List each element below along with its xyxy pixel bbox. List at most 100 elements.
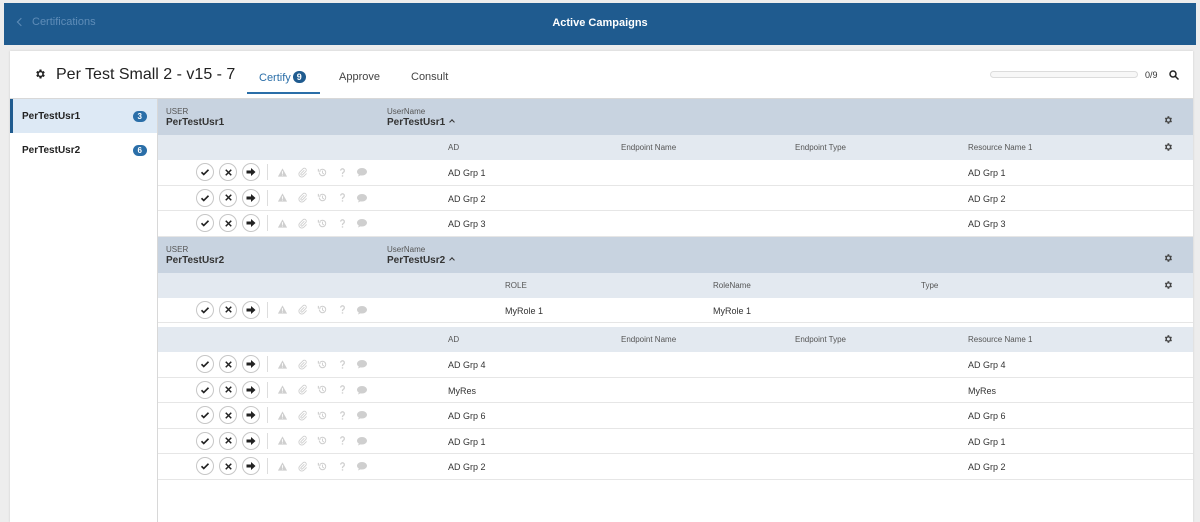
column-settings-gear[interactable]: [1163, 142, 1173, 152]
column-header[interactable]: RoleName: [713, 281, 751, 290]
help-button[interactable]: [336, 460, 348, 472]
column-settings-gear[interactable]: [1163, 280, 1173, 290]
comment-button[interactable]: [356, 166, 368, 178]
user-settings-gear[interactable]: [1163, 250, 1173, 262]
revoke-button[interactable]: [219, 300, 237, 319]
certify-button[interactable]: [196, 406, 214, 424]
column-header[interactable]: Resource Name 1: [968, 335, 1032, 344]
help-button[interactable]: [336, 304, 348, 316]
help-button[interactable]: [336, 435, 348, 447]
username-value[interactable]: PerTestUsr2: [387, 255, 456, 266]
certify-button[interactable]: [196, 431, 214, 450]
history-button[interactable]: [316, 409, 328, 421]
comment-button[interactable]: [356, 409, 368, 421]
username-value[interactable]: PerTestUsr1: [387, 117, 456, 128]
comment-button[interactable]: [356, 460, 368, 472]
column-header[interactable]: Endpoint Type: [795, 143, 846, 152]
comment-button[interactable]: [356, 304, 368, 316]
reassign-button[interactable]: [242, 457, 260, 475]
warning-button[interactable]: [276, 358, 288, 370]
warning-button[interactable]: [276, 304, 288, 316]
sidebar-item-pertestusr2[interactable]: PerTestUsr2 6: [10, 133, 157, 167]
tab-approve-label: Approve: [339, 71, 380, 83]
attachment-button[interactable]: [296, 304, 308, 316]
comment-button[interactable]: [356, 358, 368, 370]
reassign-button[interactable]: [242, 188, 260, 207]
warning-button[interactable]: [276, 435, 288, 447]
history-button[interactable]: [316, 217, 328, 229]
revoke-button[interactable]: [219, 431, 237, 450]
help-button[interactable]: [336, 384, 348, 396]
help-button[interactable]: [336, 192, 348, 204]
gear-icon[interactable]: [34, 68, 46, 80]
column-header[interactable]: ROLE: [505, 281, 527, 290]
warning-button[interactable]: [276, 166, 288, 178]
attachment-button[interactable]: [296, 409, 308, 421]
reassign-button[interactable]: [242, 163, 260, 181]
reassign-button[interactable]: [242, 300, 260, 319]
attachment-button[interactable]: [296, 192, 308, 204]
tab-certify[interactable]: Certify 9: [247, 51, 320, 99]
user-settings-gear[interactable]: [1163, 112, 1173, 124]
revoke-button[interactable]: [219, 457, 237, 475]
certify-button[interactable]: [196, 457, 214, 475]
reassign-button[interactable]: [242, 355, 260, 373]
help-button[interactable]: [336, 166, 348, 178]
revoke-button[interactable]: [219, 355, 237, 373]
revoke-button[interactable]: [219, 214, 237, 232]
history-button[interactable]: [316, 166, 328, 178]
attachment-button[interactable]: [296, 358, 308, 370]
tab-consult[interactable]: Consult: [392, 51, 452, 99]
certify-button[interactable]: [196, 380, 214, 399]
reassign-button[interactable]: [242, 431, 260, 450]
tab-approve[interactable]: Approve: [320, 51, 392, 99]
certify-button[interactable]: [196, 214, 214, 232]
history-button[interactable]: [316, 192, 328, 204]
table-row: AD Grp 1 AD Grp 1: [158, 160, 1193, 186]
revoke-button[interactable]: [219, 188, 237, 207]
column-header[interactable]: Endpoint Name: [621, 335, 676, 344]
warning-button[interactable]: [276, 409, 288, 421]
attachment-button[interactable]: [296, 166, 308, 178]
history-button[interactable]: [316, 460, 328, 472]
column-header[interactable]: Resource Name 1: [968, 143, 1032, 152]
attachment-button[interactable]: [296, 460, 308, 472]
sidebar-item-pertestusr1[interactable]: PerTestUsr1 3: [10, 99, 157, 133]
revoke-button[interactable]: [219, 163, 237, 181]
column-header[interactable]: Endpoint Name: [621, 143, 676, 152]
column-header[interactable]: AD: [448, 143, 459, 152]
history-button[interactable]: [316, 435, 328, 447]
help-button[interactable]: [336, 217, 348, 229]
divider: [267, 164, 268, 180]
help-button[interactable]: [336, 409, 348, 421]
attachment-button[interactable]: [296, 217, 308, 229]
certify-button[interactable]: [196, 163, 214, 181]
reassign-button[interactable]: [242, 214, 260, 232]
warning-button[interactable]: [276, 384, 288, 396]
certify-button[interactable]: [196, 188, 214, 207]
comment-button[interactable]: [356, 435, 368, 447]
warning-button[interactable]: [276, 192, 288, 204]
attachment-button[interactable]: [296, 435, 308, 447]
column-header[interactable]: Type: [921, 281, 938, 290]
comment-button[interactable]: [356, 384, 368, 396]
column-header[interactable]: AD: [448, 335, 459, 344]
column-header[interactable]: Endpoint Type: [795, 335, 846, 344]
column-settings-gear[interactable]: [1163, 334, 1173, 344]
certify-button[interactable]: [196, 355, 214, 373]
attachment-button[interactable]: [296, 384, 308, 396]
comment-button[interactable]: [356, 192, 368, 204]
help-button[interactable]: [336, 358, 348, 370]
search-icon[interactable]: [1168, 69, 1180, 81]
history-button[interactable]: [316, 304, 328, 316]
reassign-button[interactable]: [242, 380, 260, 399]
warning-button[interactable]: [276, 460, 288, 472]
history-button[interactable]: [316, 358, 328, 370]
reassign-button[interactable]: [242, 406, 260, 424]
history-button[interactable]: [316, 384, 328, 396]
warning-button[interactable]: [276, 217, 288, 229]
certify-button[interactable]: [196, 300, 214, 319]
revoke-button[interactable]: [219, 380, 237, 399]
revoke-button[interactable]: [219, 406, 237, 424]
comment-button[interactable]: [356, 217, 368, 229]
